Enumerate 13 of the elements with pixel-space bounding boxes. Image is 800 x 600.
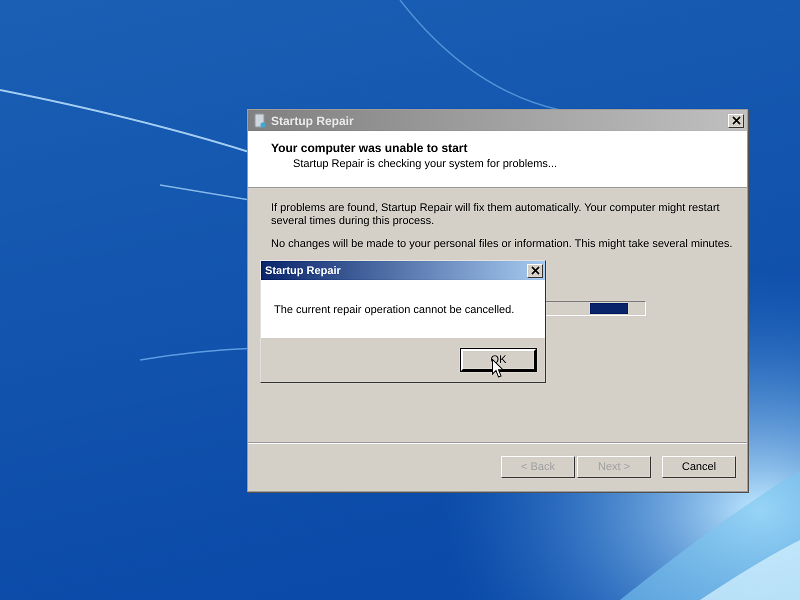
- paragraph: No changes will be made to your personal files or information. This might take several minutes.: [271, 238, 734, 251]
- message-text: The current repair operation cannot be cancelled.: [261, 280, 545, 338]
- wizard-button[interactable]: Cancel: [662, 456, 736, 478]
- heading: Your computer was unable to start: [271, 141, 468, 155]
- dialog-title: Startup Repair: [265, 264, 342, 276]
- paragraph: If problems are found, Startup Repair will fix them automatically. Your computer might restart several times during this process.: [271, 202, 721, 228]
- close-icon: [732, 116, 740, 125]
- computer-icon: [254, 112, 266, 128]
- close-icon: [530, 266, 540, 275]
- close-button[interactable]: [728, 114, 744, 128]
- close-button[interactable]: [527, 264, 543, 278]
- window-title: Startup Repair: [271, 114, 355, 128]
- subheading: Startup Repair is checking your system for problems...: [292, 158, 558, 170]
